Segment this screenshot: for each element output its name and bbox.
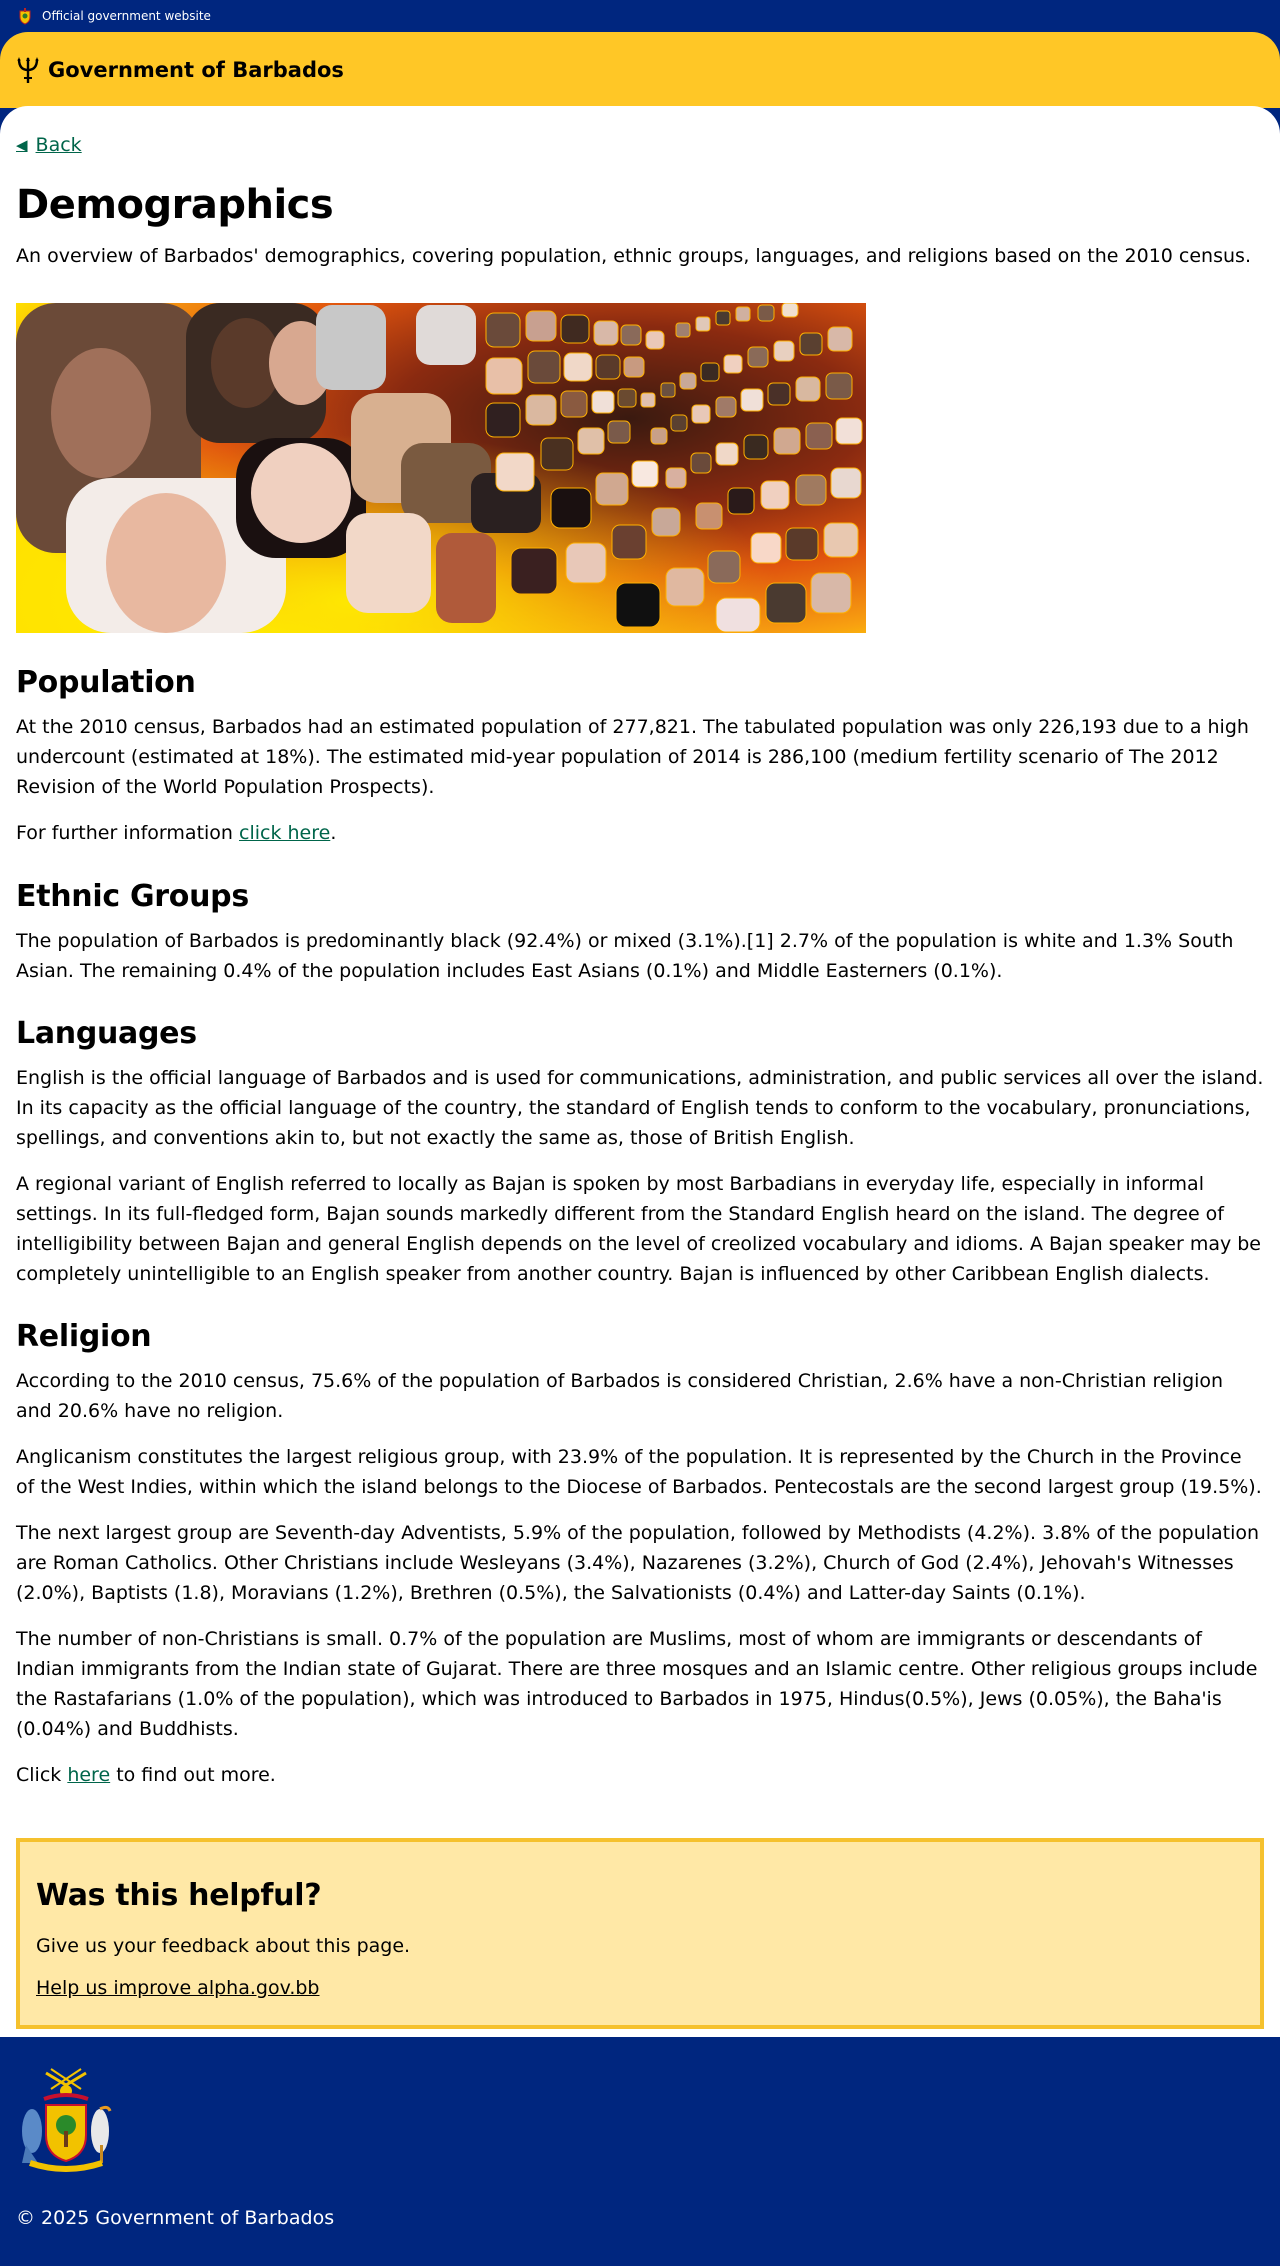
languages-paragraph-2: A regional variant of English referred t… bbox=[16, 1172, 1262, 1285]
feedback-heading: Was this helpful? bbox=[36, 1877, 322, 1913]
feedback-panel: Was this helpful? Give us your feedback … bbox=[16, 1837, 1264, 2029]
ethnic-groups-section: Ethnic Groups The population of Barbados… bbox=[16, 879, 1264, 986]
religion-more-suffix: to find out more. bbox=[110, 1763, 276, 1786]
footer-copyright: © 2025 Government of Barbados bbox=[16, 2206, 335, 2229]
main-content: ◀ Back Demographics An overview of Barba… bbox=[0, 106, 1280, 2037]
page-lead: An overview of Barbados' demographics, c… bbox=[16, 245, 1251, 267]
population-heading: Population bbox=[16, 665, 196, 701]
site-header: Government of Barbados bbox=[0, 32, 1280, 108]
languages-section: Languages English is the official langua… bbox=[16, 1016, 1264, 1289]
arrow-left-icon: ◀ bbox=[16, 136, 28, 154]
religion-paragraph-3: The next largest group are Seventh-day A… bbox=[16, 1521, 1260, 1604]
religion-section: Religion According to the 2010 census, 7… bbox=[16, 1319, 1264, 1790]
religion-paragraph-5: Click here to find out more. bbox=[16, 1760, 1264, 1790]
coat-of-arms-icon bbox=[22, 2068, 112, 2172]
back-label: Back bbox=[35, 134, 82, 156]
coat-of-arms-icon bbox=[19, 8, 31, 25]
languages-paragraph-1: English is the official language of Barb… bbox=[16, 1066, 1264, 1149]
official-website-text: Official government website bbox=[42, 9, 211, 23]
population-more-prefix: For further information bbox=[16, 822, 239, 845]
religion-paragraph-1: According to the 2010 census, 75.6% of t… bbox=[16, 1369, 1224, 1422]
ethnic-groups-paragraph: The population of Barbados is predominan… bbox=[16, 929, 1234, 982]
population-more-suffix: . bbox=[330, 822, 337, 845]
population-paragraph-2: For further information click here. bbox=[16, 818, 1264, 848]
faces-collage-image bbox=[16, 303, 866, 634]
trident-icon bbox=[17, 57, 39, 83]
religion-more-prefix: Click bbox=[16, 1763, 68, 1786]
hero-image bbox=[16, 303, 866, 634]
languages-heading: Languages bbox=[16, 1015, 197, 1051]
religion-paragraph-4: The number of non-Christians is small. 0… bbox=[16, 1627, 1258, 1740]
site-footer: © 2025 Government of Barbados bbox=[0, 2036, 1280, 2249]
feedback-text: Give us your feedback about this page. bbox=[36, 1934, 411, 1957]
religion-heading: Religion bbox=[16, 1318, 152, 1354]
site-name[interactable]: Government of Barbados bbox=[48, 58, 344, 82]
religion-paragraph-2: Anglicanism constitutes the largest reli… bbox=[16, 1445, 1262, 1498]
feedback-link[interactable]: Help us improve alpha.gov.bb bbox=[36, 1977, 320, 1999]
back-link[interactable]: ◀ Back bbox=[16, 134, 82, 156]
official-website-banner: Official government website bbox=[0, 0, 1280, 32]
religion-here-link[interactable]: here bbox=[67, 1764, 110, 1786]
population-paragraph-1: At the 2010 census, Barbados had an esti… bbox=[16, 716, 1249, 799]
page-title: Demographics bbox=[16, 182, 334, 228]
population-click-here-link[interactable]: click here bbox=[239, 822, 330, 844]
ethnic-groups-heading: Ethnic Groups bbox=[16, 878, 249, 914]
population-section: Population At the 2010 census, Barbados … bbox=[16, 665, 1264, 848]
